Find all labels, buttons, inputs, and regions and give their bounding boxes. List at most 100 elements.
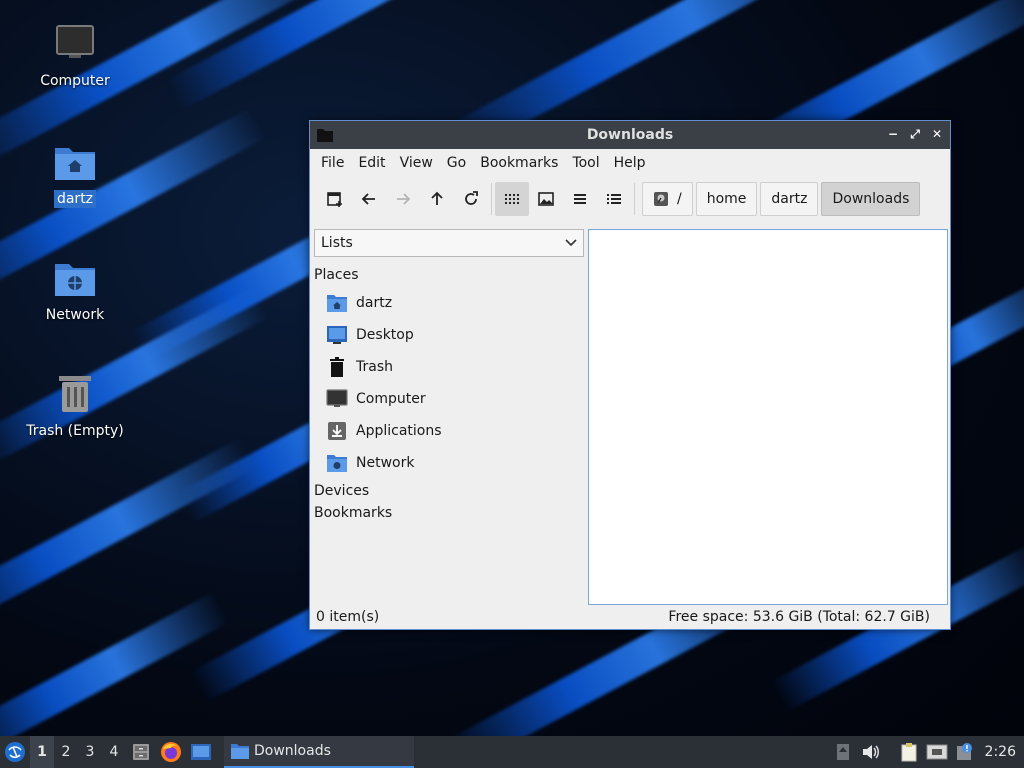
desktop-icon-computer[interactable]: Computer [10,22,140,90]
panel-up-icon [836,744,849,760]
file-manager-window: Downloads − ⤢ ✕ File Edit View Go Bookma… [309,120,951,630]
sidebar-mode-select[interactable]: Lists [314,229,584,257]
detailed-list-view-button[interactable] [597,182,631,216]
notification-icon [956,743,972,760]
reload-icon [465,191,478,205]
back-icon [361,193,375,205]
menu-go[interactable]: Go [440,155,473,171]
breadcrumb-downloads[interactable]: Downloads [821,182,921,216]
sidebar-section-places[interactable]: Places [312,263,586,287]
desktop-icon-trash[interactable]: Trash (Empty) [10,372,140,440]
breadcrumb-dartz[interactable]: dartz [760,182,819,216]
menu-help[interactable]: Help [607,155,653,171]
desktop-icon-network[interactable]: Network [10,256,140,324]
sidebar-item-desktop[interactable]: Desktop [312,319,586,351]
file-cabinet-icon [133,744,149,760]
up-button[interactable] [420,182,454,216]
minimize-button[interactable]: − [886,126,900,142]
window-titlebar[interactable]: Downloads − ⤢ ✕ [310,121,950,149]
sidebar: Lists Places dartz Desktop Trash Compute… [312,229,586,605]
reload-button[interactable] [454,182,488,216]
breadcrumb-label: / [677,191,682,207]
system-tray: 2:26 [829,736,1024,768]
new-tab-button[interactable] [318,182,352,216]
folder-icon [231,744,249,759]
workspace-1[interactable]: 1 [30,736,54,768]
forward-button[interactable] [386,182,420,216]
start-menu-button[interactable] [0,736,30,768]
up-icon [431,191,443,205]
taskbar: 1 2 3 4 Downloads 2:26 [0,736,1024,768]
breadcrumb-root[interactable]: / [642,182,693,216]
desktop-icon-home[interactable]: dartz [10,140,140,208]
workspace-4[interactable]: 4 [102,736,126,768]
menubar: File Edit View Go Bookmarks Tool Help [310,149,950,177]
file-list-view[interactable] [588,229,948,605]
thumbnail-view-button[interactable] [529,182,563,216]
sidebar-item-dartz[interactable]: dartz [312,287,586,319]
desktop-icon-label: Trash (Empty) [26,423,124,439]
breadcrumb: / home dartz Downloads [642,182,921,216]
toolbar-separator [491,183,492,215]
sidebar-item-trash[interactable]: Trash [312,351,586,383]
home-folder-icon [326,292,348,314]
computer-icon [326,388,348,410]
network-folder-icon [53,256,97,300]
menu-bookmarks[interactable]: Bookmarks [473,155,565,171]
sidebar-section-bookmarks[interactable]: Bookmarks [312,503,586,525]
tray-volume[interactable] [857,736,885,768]
new-tab-icon [327,192,342,207]
trash-icon [53,372,97,416]
compact-view-button[interactable] [563,182,597,216]
clipboard-icon [901,743,917,762]
breadcrumb-home[interactable]: home [695,182,758,216]
menu-tool[interactable]: Tool [565,155,606,171]
desktop-icon-label: Computer [40,73,110,89]
taskbar-task-downloads[interactable]: Downloads [224,736,414,768]
show-desktop-button[interactable] [186,736,216,768]
network-icon [926,744,948,760]
menu-edit[interactable]: Edit [351,155,392,171]
desktop-icon [326,324,348,346]
tray-notifications[interactable] [951,736,979,768]
desktop-icon-label: Network [45,307,105,323]
menu-file[interactable]: File [314,155,351,171]
tray-clipboard[interactable] [895,736,923,768]
tray-updates[interactable] [829,736,857,768]
icon-view-icon [505,194,519,204]
sidebar-item-network[interactable]: Network [312,447,586,479]
sidebar-item-label: dartz [356,295,393,311]
close-button[interactable]: ✕ [930,126,944,142]
task-label: Downloads [254,743,331,759]
network-folder-icon [326,452,348,474]
tray-network[interactable] [923,736,951,768]
sidebar-item-computer[interactable]: Computer [312,383,586,415]
sidebar-mode-value: Lists [321,235,353,251]
icon-view-button[interactable] [495,182,529,216]
workspace-3[interactable]: 3 [78,736,102,768]
home-folder-icon [53,140,97,184]
clock[interactable]: 2:26 [979,744,1024,760]
firefox-icon [161,742,181,762]
maximize-button[interactable]: ⤢ [908,126,922,142]
sidebar-item-applications[interactable]: Applications [312,415,586,447]
sidebar-section-devices[interactable]: Devices [312,479,586,503]
menu-view[interactable]: View [393,155,440,171]
sidebar-item-label: Applications [356,423,442,439]
drive-icon [654,192,668,206]
sidebar-item-label: Desktop [356,327,414,343]
file-manager-launcher[interactable] [126,736,156,768]
detailed-list-view-icon [607,194,621,204]
window-title: Downloads [586,127,674,143]
compact-view-icon [574,194,586,204]
firefox-launcher[interactable] [156,736,186,768]
speaker-icon [862,745,879,759]
forward-icon [397,193,411,205]
sidebar-item-label: Computer [356,391,426,407]
thumbnail-view-icon [538,192,554,206]
trash-icon [326,356,348,378]
workspace-2[interactable]: 2 [54,736,78,768]
back-button[interactable] [352,182,386,216]
desktop-icon-label: dartz [53,190,97,208]
sidebar-item-label: Network [356,455,415,471]
